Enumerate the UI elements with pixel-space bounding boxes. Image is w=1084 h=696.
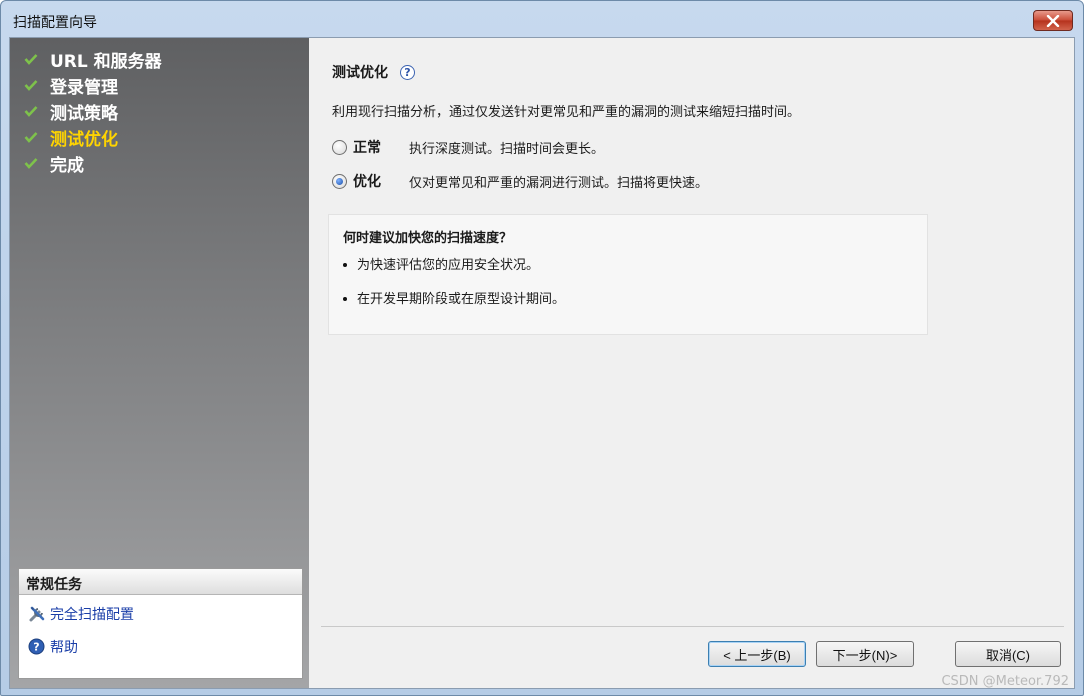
step-login-management[interactable]: 登录管理 [24, 72, 162, 98]
help-icon[interactable]: ? [400, 64, 415, 80]
bullet-dot [343, 262, 347, 267]
step-test-optimization[interactable]: 测试优化 [24, 124, 162, 150]
info-bullet: 为快速评估您的应用安全状况。 [343, 254, 539, 273]
info-title: 何时建议加快您的扫描速度？ [343, 231, 513, 246]
check-icon [24, 153, 50, 173]
task-label: 帮助 [50, 639, 78, 656]
back-button[interactable]: < 上一步(B) [708, 641, 806, 667]
step-list: URL 和服务器 登录管理 测试策略 测试优化 完成 [24, 46, 162, 176]
close-button[interactable] [1033, 10, 1073, 31]
info-box: 何时建议加快您的扫描速度？ 为快速评估您的应用安全状况。 在开发早期阶段或在原型… [328, 214, 928, 335]
close-icon [1046, 14, 1060, 27]
bullet-text: 为快速评估您的应用安全状况。 [357, 258, 540, 273]
page-title: 测试优化 ? [332, 62, 415, 82]
bullet-dot [343, 296, 347, 301]
option-description: 仅对更常见和严重的漏洞进行测试。扫描将更快速。 [409, 175, 709, 191]
help-link[interactable]: ? 帮助 [19, 630, 302, 663]
info-bullet: 在开发早期阶段或在原型设计期间。 [343, 288, 565, 307]
cancel-button[interactable]: 取消(C) [955, 641, 1061, 667]
help-icon: ? [28, 637, 50, 657]
task-label: 完全扫描配置 [50, 606, 134, 623]
check-icon [24, 49, 50, 69]
bullet-text: 在开发早期阶段或在原型设计期间。 [357, 292, 566, 307]
step-test-policy[interactable]: 测试策略 [24, 98, 162, 124]
step-sidebar: URL 和服务器 登录管理 测试策略 测试优化 完成 常规任务 完全扫描配置 ?… [10, 38, 309, 688]
tools-icon [28, 604, 50, 624]
main-content: 测试优化 ? 利用现行扫描分析，通过仅发送针对更常见和严重的漏洞的测试来缩短扫描… [309, 38, 1074, 688]
radio-optimized[interactable] [332, 173, 347, 189]
footer-separator [321, 626, 1064, 627]
check-icon [24, 127, 50, 147]
option-label: 正常 [353, 140, 381, 156]
common-tasks-panel: 常规任务 完全扫描配置 ? 帮助 [18, 568, 303, 679]
step-label: 测试优化 [50, 129, 118, 150]
option-normal[interactable]: 正常 执行深度测试。扫描时间会更长。 [332, 136, 604, 158]
page-title-text: 测试优化 [332, 65, 388, 81]
wizard-window: 扫描配置向导 URL 和服务器 登录管理 测试策略 测试优化 完成 常规任务 完… [0, 0, 1084, 696]
radio-normal[interactable] [332, 139, 347, 155]
next-button[interactable]: 下一步(N)> [816, 641, 914, 667]
option-label: 优化 [353, 174, 381, 190]
window-title: 扫描配置向导 [13, 15, 97, 31]
full-scan-config-link[interactable]: 完全扫描配置 [19, 597, 302, 630]
step-label: 完成 [50, 155, 84, 176]
check-icon [24, 75, 50, 95]
page-description: 利用现行扫描分析，通过仅发送针对更常见和严重的漏洞的测试来缩短扫描时间。 [332, 105, 801, 120]
step-url-servers[interactable]: URL 和服务器 [24, 46, 162, 72]
title-bar[interactable]: 扫描配置向导 [1, 1, 1083, 37]
option-description: 执行深度测试。扫描时间会更长。 [409, 141, 605, 157]
check-icon [24, 101, 50, 121]
watermark: CSDN @Meteor.792 [941, 674, 1069, 689]
step-complete[interactable]: 完成 [24, 150, 162, 176]
step-label: 登录管理 [50, 77, 118, 98]
common-tasks-header: 常规任务 [19, 569, 302, 595]
wizard-client: URL 和服务器 登录管理 测试策略 测试优化 完成 常规任务 完全扫描配置 ?… [9, 37, 1075, 689]
step-label: URL 和服务器 [50, 51, 162, 72]
option-optimized[interactable]: 优化 仅对更常见和严重的漏洞进行测试。扫描将更快速。 [332, 170, 708, 192]
svg-text:?: ? [33, 641, 39, 654]
step-label: 测试策略 [50, 103, 118, 124]
